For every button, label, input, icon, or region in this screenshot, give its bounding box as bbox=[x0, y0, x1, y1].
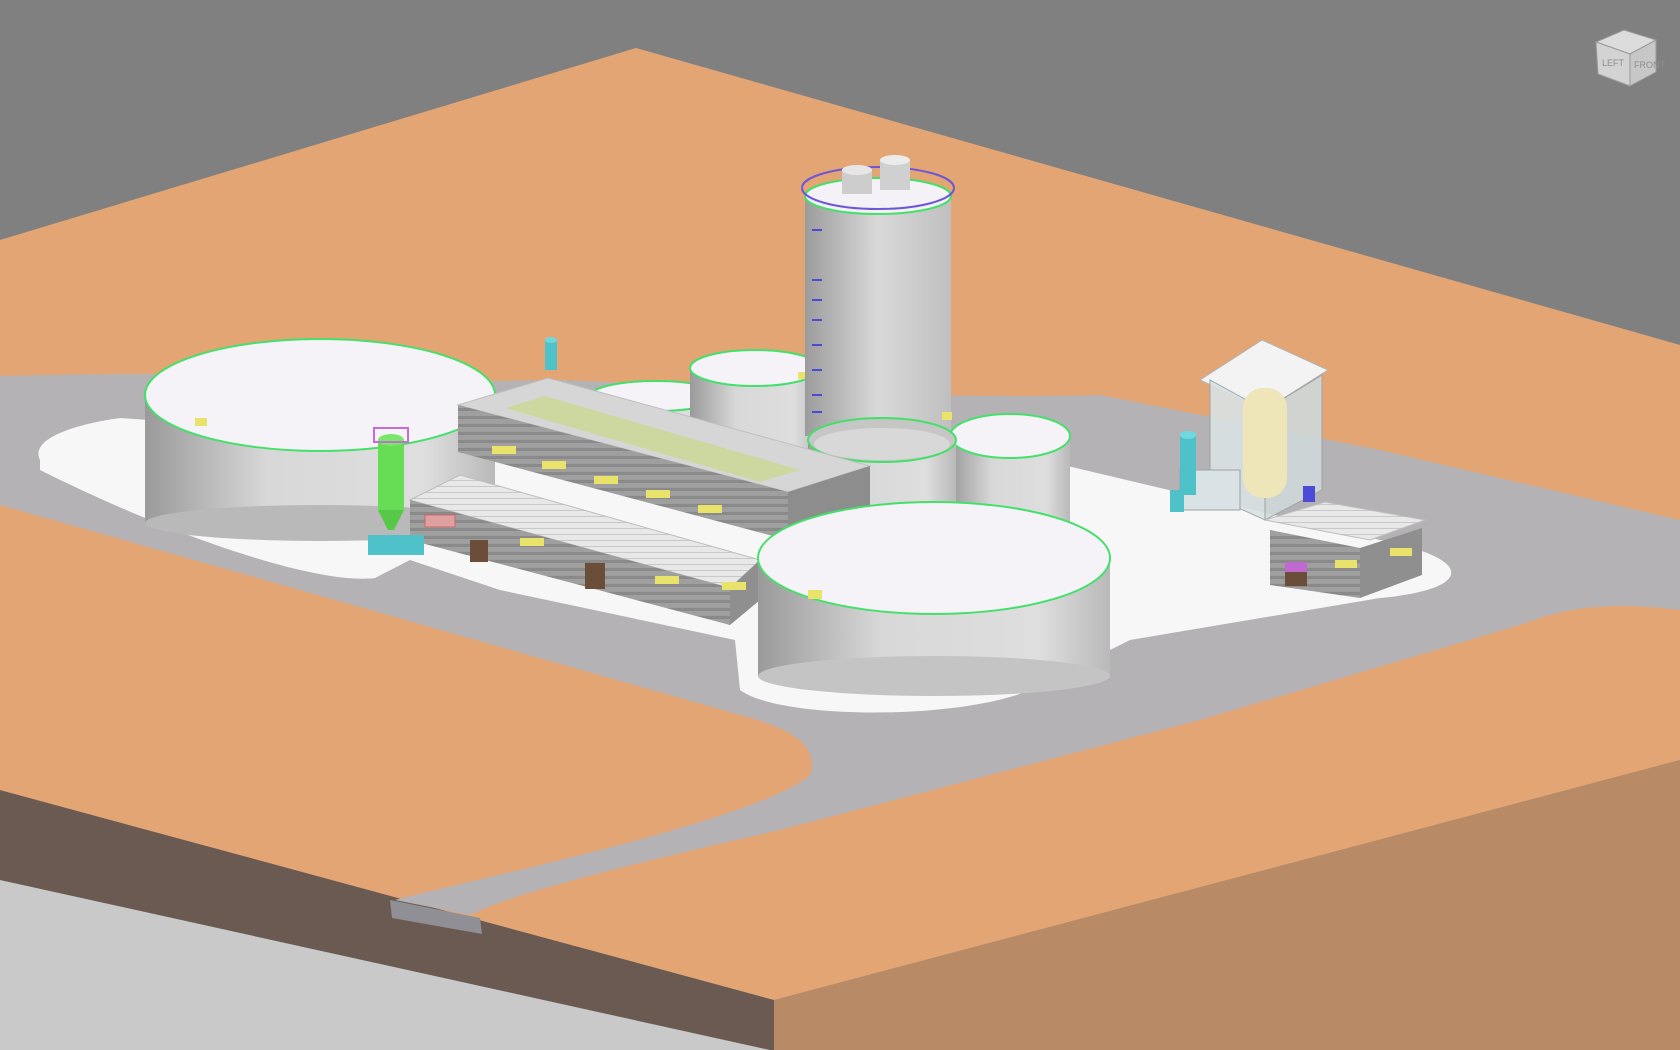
view-cube-left-label[interactable]: LEFT bbox=[1602, 58, 1625, 68]
site-model-scene[interactable] bbox=[0, 0, 1680, 1050]
view-cube[interactable]: LEFT FRONT bbox=[1586, 20, 1666, 100]
view-cube-front-label[interactable]: FRONT bbox=[1634, 60, 1665, 70]
large-storage-tank-south[interactable] bbox=[757, 501, 1111, 696]
3d-model-viewport[interactable]: LEFT FRONT bbox=[0, 0, 1680, 1050]
tall-silo-tower[interactable] bbox=[801, 155, 955, 436]
view-cube-icon[interactable]: LEFT FRONT bbox=[1586, 20, 1666, 100]
